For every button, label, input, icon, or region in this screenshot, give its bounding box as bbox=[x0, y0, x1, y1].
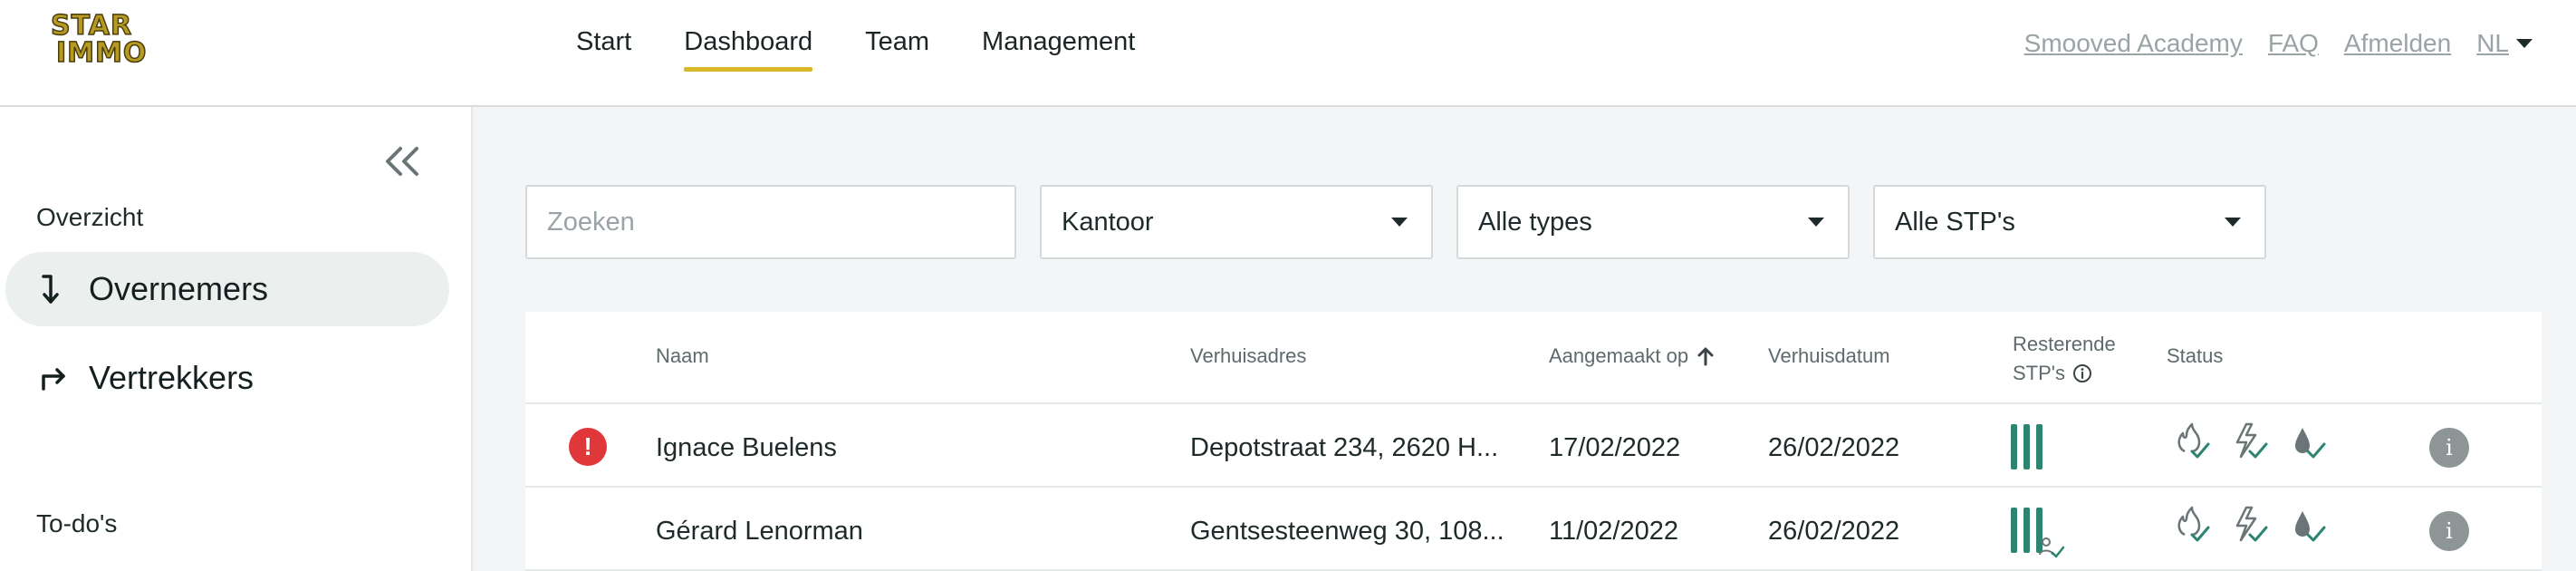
row-move-date: 26/02/2022 bbox=[1768, 517, 1900, 546]
person-check-icon bbox=[2039, 537, 2065, 558]
water-check-icon bbox=[2295, 511, 2326, 542]
search-placeholder: Zoeken bbox=[547, 207, 635, 237]
electricity-check-icon bbox=[2235, 422, 2268, 459]
todo-title: To-do's bbox=[36, 509, 118, 537]
row-name: Gérard Lenorman bbox=[656, 517, 863, 546]
arrow-down-right-icon bbox=[42, 275, 59, 304]
column-move-date[interactable]: Verhuisdatum bbox=[1768, 344, 1890, 368]
row-move-date: 26/02/2022 bbox=[1768, 433, 1900, 462]
chevron-down-icon bbox=[1391, 218, 1408, 227]
nav-team[interactable]: Team bbox=[865, 27, 929, 72]
row-address: Gentsesteenweg 30, 108... bbox=[1190, 517, 1504, 546]
table-row[interactable]: Gérard Lenorman Gentsesteenweg 30, 108..… bbox=[525, 489, 2542, 571]
collapse-sidebar-icon[interactable] bbox=[380, 143, 424, 179]
row-created: 11/02/2022 bbox=[1549, 517, 1678, 546]
sidebar-item-label: Vertrekkers bbox=[89, 359, 255, 396]
nav-start[interactable]: Start bbox=[576, 27, 631, 72]
gas-check-icon bbox=[2177, 422, 2210, 459]
sidebar-item-vertrekkers[interactable]: Vertrekkers bbox=[5, 341, 449, 415]
top-links: Smooved Academy FAQ Afmelden NL bbox=[2024, 29, 2533, 58]
main-content: Zoeken Kantoor Alle types Alle STP's Naa… bbox=[473, 107, 2576, 571]
language-selector[interactable]: NL bbox=[2476, 29, 2533, 58]
row-address: Depotstraat 234, 2620 H... bbox=[1190, 433, 1499, 462]
status-icons bbox=[2172, 422, 2328, 462]
chevron-down-icon bbox=[1808, 218, 1824, 227]
column-name[interactable]: Naam bbox=[656, 344, 709, 368]
sort-ascending-icon bbox=[1697, 347, 1714, 366]
stps-select-value: Alle STP's bbox=[1895, 207, 2015, 237]
search-input[interactable]: Zoeken bbox=[525, 185, 1016, 259]
table-header: Naam Verhuisadres Aangemaakt op Verhuisd… bbox=[525, 312, 2542, 404]
gas-check-icon bbox=[2177, 506, 2210, 542]
top-bar: STAR IMMO Start Dashboard Team Managemen… bbox=[0, 0, 2576, 107]
chevron-down-icon bbox=[2225, 218, 2241, 227]
row-info-button[interactable]: i bbox=[2429, 428, 2469, 468]
info-icon[interactable] bbox=[2072, 363, 2092, 383]
types-select-value: Alle types bbox=[1478, 207, 1592, 237]
column-address[interactable]: Verhuisadres bbox=[1190, 344, 1306, 368]
status-icons bbox=[2172, 506, 2328, 546]
column-remaining-line2-wrap: STP's bbox=[2013, 359, 2116, 388]
column-created-label: Aangemaakt op bbox=[1549, 344, 1689, 367]
column-remaining-line2: STP's bbox=[2013, 362, 2065, 384]
table-row[interactable]: ! Ignace Buelens Depotstraat 234, 2620 H… bbox=[525, 406, 2542, 488]
movers-table: Naam Verhuisadres Aangemaakt op Verhuisd… bbox=[525, 312, 2542, 571]
logo-line-1: STAR bbox=[50, 10, 133, 42]
office-select-value: Kantoor bbox=[1062, 207, 1154, 237]
row-name: Ignace Buelens bbox=[656, 433, 837, 462]
nav-management[interactable]: Management bbox=[982, 27, 1135, 72]
electricity-check-icon bbox=[2235, 506, 2268, 542]
stp-bar bbox=[2023, 424, 2030, 469]
sidebar: Overzicht Overnemers Vertrekkers To-do's bbox=[0, 107, 473, 571]
stp-bar bbox=[2023, 508, 2030, 553]
office-select[interactable]: Kantoor bbox=[1040, 185, 1433, 259]
nav-dashboard[interactable]: Dashboard bbox=[684, 27, 812, 72]
logout-link[interactable]: Afmelden bbox=[2344, 29, 2451, 58]
stps-select[interactable]: Alle STP's bbox=[1873, 185, 2266, 259]
sidebar-item-label: Overnemers bbox=[89, 270, 269, 307]
alert-icon: ! bbox=[569, 428, 607, 466]
sidebar-item-overnemers[interactable]: Overnemers bbox=[5, 252, 449, 326]
stp-bar bbox=[2011, 424, 2017, 469]
overview-title: Overzicht bbox=[36, 203, 144, 231]
water-check-icon bbox=[2295, 428, 2326, 459]
logo-line-2: IMMO bbox=[55, 37, 148, 69]
faq-link[interactable]: FAQ bbox=[2268, 29, 2319, 58]
stp-bar bbox=[2036, 424, 2043, 469]
row-info-button[interactable]: i bbox=[2429, 511, 2469, 551]
academy-link[interactable]: Smooved Academy bbox=[2024, 29, 2243, 58]
remaining-stps-bars bbox=[2011, 424, 2043, 469]
language-label: NL bbox=[2476, 29, 2509, 57]
logo[interactable]: STAR IMMO bbox=[50, 10, 150, 69]
types-select[interactable]: Alle types bbox=[1456, 185, 1850, 259]
arrow-up-right-icon bbox=[42, 368, 65, 391]
column-remaining-line1: Resterende bbox=[2013, 333, 2116, 355]
column-remaining-stps: Resterende STP's bbox=[2013, 330, 2116, 388]
column-created[interactable]: Aangemaakt op bbox=[1549, 344, 1714, 368]
stp-bar bbox=[2011, 508, 2017, 553]
row-created: 17/02/2022 bbox=[1549, 433, 1681, 462]
chevron-down-icon bbox=[2516, 39, 2533, 48]
main-nav: Start Dashboard Team Management bbox=[576, 27, 1135, 72]
column-status: Status bbox=[2167, 344, 2224, 367]
